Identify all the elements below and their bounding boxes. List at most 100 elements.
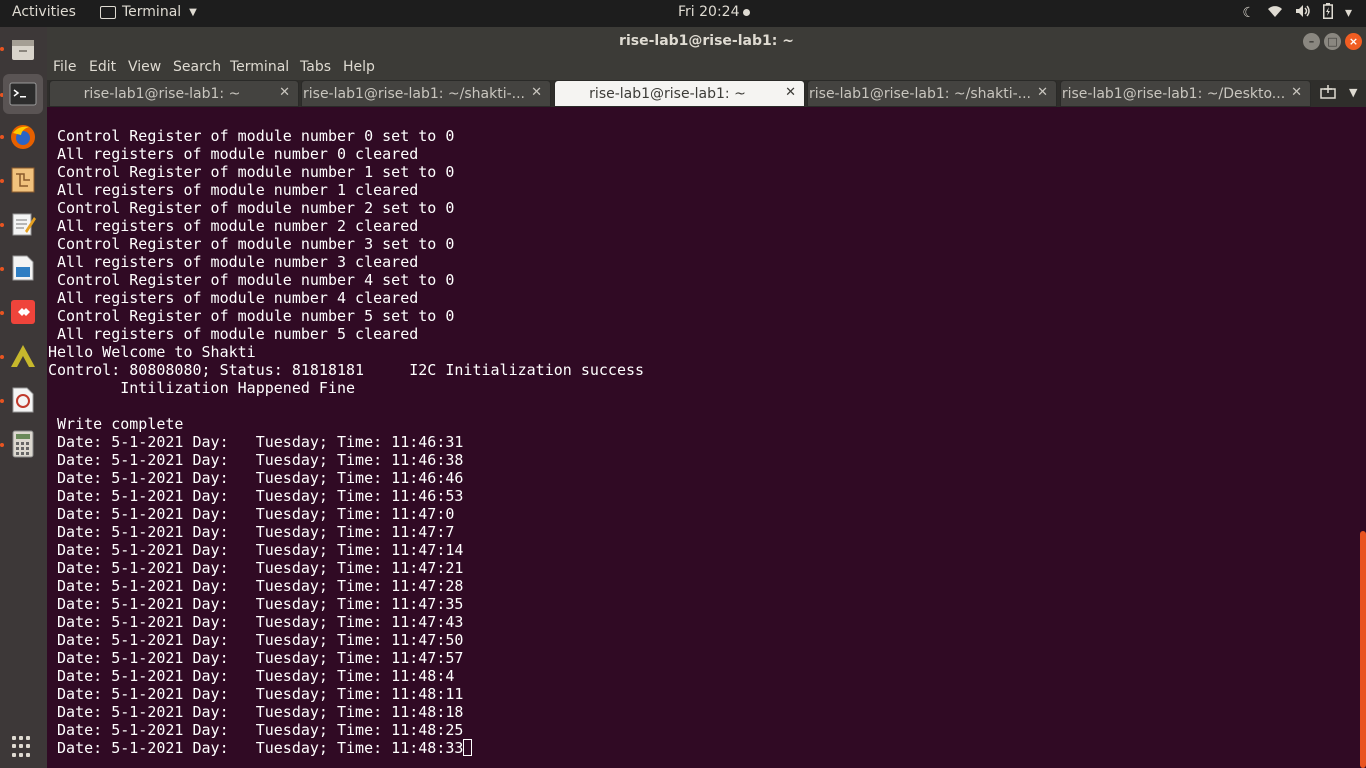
tab-home-1[interactable]: rise-lab1@rise-lab1: ~ ✕ [49, 80, 299, 107]
activities-button[interactable]: Activities [12, 4, 76, 20]
app-grid-icon[interactable] [12, 736, 34, 758]
terminal-line: Intilization Happened Fine [48, 379, 356, 397]
terminal-line: All registers of module number 2 cleared [48, 217, 419, 235]
terminal-line: Date: 5-1-2021 Day: Tuesday; Time: 11:47… [48, 613, 464, 631]
volume-icon [1295, 4, 1311, 22]
close-icon[interactable]: ✕ [531, 85, 542, 100]
tab-label: rise-lab1@rise-lab1: ~/Deskto... [1061, 86, 1286, 102]
close-icon[interactable]: ✕ [785, 85, 796, 100]
menu-search[interactable]: Search [173, 59, 221, 75]
tab-desktop[interactable]: rise-lab1@rise-lab1: ~/Deskto... ✕ [1060, 80, 1311, 107]
tab-label: rise-lab1@rise-lab1: ~/shakti-... [303, 86, 525, 102]
terminal-line: All registers of module number 4 cleared [48, 289, 419, 307]
blueprint-app-icon[interactable] [3, 160, 43, 200]
terminal-output[interactable]: Control Register of module number 0 set … [47, 107, 1359, 768]
terminal-icon[interactable] [3, 74, 43, 114]
terminal-line: Date: 5-1-2021 Day: Tuesday; Time: 11:46… [48, 451, 464, 469]
app-menu[interactable]: Terminal ▼ [100, 4, 197, 20]
menu-terminal[interactable]: Terminal [230, 59, 289, 75]
anydesk-icon[interactable] [3, 292, 43, 332]
menu-file[interactable]: File [53, 59, 76, 75]
tabs-menu-chevron-icon[interactable]: ▼ [1349, 86, 1357, 99]
terminal-line: Date: 5-1-2021 Day: Tuesday; Time: 11:47… [48, 523, 455, 541]
window-titlebar[interactable]: rise-lab1@rise-lab1: ~ – □ × [47, 27, 1366, 55]
text-editor-icon[interactable] [3, 204, 43, 244]
terminal-line: Write complete [48, 415, 184, 433]
menu-edit[interactable]: Edit [89, 59, 116, 75]
tab-label: rise-lab1@rise-lab1: ~ [589, 86, 746, 102]
terminal-line: Date: 5-1-2021 Day: Tuesday; Time: 11:47… [48, 541, 464, 559]
menu-bar: File Edit View Search Terminal Tabs Help [47, 55, 1366, 80]
terminal-line: Date: 5-1-2021 Day: Tuesday; Time: 11:47… [48, 505, 455, 523]
clock[interactable]: Fri 20:24 [678, 4, 751, 20]
scrollbar-thumb[interactable] [1360, 531, 1366, 768]
chevron-down-icon: ▼ [189, 6, 197, 18]
terminal-line: Date: 5-1-2021 Day: Tuesday; Time: 11:46… [48, 469, 464, 487]
system-tray[interactable]: ☾ ▾ [1242, 3, 1352, 23]
menu-tabs[interactable]: Tabs [300, 59, 331, 75]
app-menu-label: Terminal [122, 4, 182, 20]
tab-shakti-2[interactable]: rise-lab1@rise-lab1: ~/shakti-... ✕ [807, 80, 1057, 107]
night-light-icon: ☾ [1242, 5, 1255, 21]
firefox-icon[interactable] [3, 117, 43, 157]
terminal-window: rise-lab1@rise-lab1: ~ – □ × File Edit V… [47, 27, 1366, 768]
window-controls: – □ × [1303, 33, 1362, 50]
terminal-line: Date: 5-1-2021 Day: Tuesday; Time: 11:48… [48, 703, 464, 721]
dock [0, 27, 47, 768]
text-cursor [463, 739, 473, 756]
terminal-line: Date: 5-1-2021 Day: Tuesday; Time: 11:47… [48, 559, 464, 577]
terminal-line: All registers of module number 1 cleared [48, 181, 419, 199]
wifi-icon [1267, 4, 1283, 22]
terminal-line: Date: 5-1-2021 Day: Tuesday; Time: 11:46… [48, 433, 464, 451]
terminal-line: Date: 5-1-2021 Day: Tuesday; Time: 11:47… [48, 577, 464, 595]
calculator-icon[interactable] [3, 424, 43, 464]
tab-label: rise-lab1@rise-lab1: ~ [83, 86, 241, 102]
terminal-line: Control Register of module number 3 set … [48, 235, 455, 253]
new-tab-icon[interactable] [1320, 85, 1336, 103]
tab-home-active[interactable]: rise-lab1@rise-lab1: ~ ✕ [554, 80, 805, 107]
power-menu-icon: ▾ [1344, 5, 1352, 21]
terminal-line: Date: 5-1-2021 Day: Tuesday; Time: 11:46… [48, 487, 464, 505]
terminal-line: Control Register of module number 2 set … [48, 199, 455, 217]
tab-label: rise-lab1@rise-lab1: ~/shakti-... [809, 86, 1031, 102]
terminal-line: Control Register of module number 1 set … [48, 163, 455, 181]
terminal-line: Date: 5-1-2021 Day: Tuesday; Time: 11:48… [48, 721, 464, 739]
minimize-icon[interactable]: – [1303, 33, 1320, 50]
notification-dot-icon [743, 8, 751, 16]
terminal-line: Date: 5-1-2021 Day: Tuesday; Time: 11:47… [48, 595, 464, 613]
scrollbar[interactable] [1359, 107, 1366, 768]
terminal-line: Date: 5-1-2021 Day: Tuesday; Time: 11:47… [48, 649, 464, 667]
tab-bar: rise-lab1@rise-lab1: ~ ✕ rise-lab1@rise-… [47, 80, 1366, 107]
terminal-line: Date: 5-1-2021 Day: Tuesday; Time: 11:48… [48, 739, 644, 757]
menu-help[interactable]: Help [343, 59, 375, 75]
terminal-line: Date: 5-1-2021 Day: Tuesday; Time: 11:48… [48, 685, 464, 703]
battery-icon [1322, 3, 1333, 23]
terminal-line: Date: 5-1-2021 Day: Tuesday; Time: 11:48… [48, 667, 455, 685]
terminal-line: All registers of module number 5 cleared [48, 325, 419, 343]
close-icon[interactable]: ✕ [279, 85, 290, 100]
tab-shakti-1[interactable]: rise-lab1@rise-lab1: ~/shakti-... ✕ [301, 80, 551, 107]
close-icon[interactable]: ✕ [1291, 85, 1302, 100]
clock-label: Fri 20:24 [678, 4, 740, 20]
vivado-icon[interactable] [3, 336, 43, 376]
terminal-icon [100, 5, 116, 19]
terminal-line: Control: 80808080; Status: 81818181 I2C … [48, 361, 645, 379]
terminal-line: Control Register of module number 5 set … [48, 307, 455, 325]
terminal-line: Date: 5-1-2021 Day: Tuesday; Time: 11:47… [48, 631, 464, 649]
window-title: rise-lab1@rise-lab1: ~ [619, 33, 794, 49]
terminal-line: All registers of module number 3 cleared [48, 253, 419, 271]
close-icon[interactable]: × [1345, 33, 1362, 50]
terminal-line: Hello Welcome to Shakti [48, 343, 256, 361]
document-viewer-icon[interactable] [3, 248, 43, 288]
close-icon[interactable]: ✕ [1037, 85, 1048, 100]
terminal-line: All registers of module number 0 cleared [48, 145, 419, 163]
top-bar: Activities Terminal ▼ Fri 20:24 ☾ ▾ [0, 0, 1366, 27]
terminal-line: Control Register of module number 4 set … [48, 271, 455, 289]
eclipse-icon[interactable] [3, 380, 43, 420]
maximize-icon[interactable]: □ [1324, 33, 1341, 50]
terminal-lines: Control Register of module number 0 set … [48, 127, 644, 757]
files-icon[interactable] [3, 29, 43, 69]
menu-view[interactable]: View [128, 59, 161, 75]
terminal-line: Control Register of module number 0 set … [48, 127, 455, 145]
